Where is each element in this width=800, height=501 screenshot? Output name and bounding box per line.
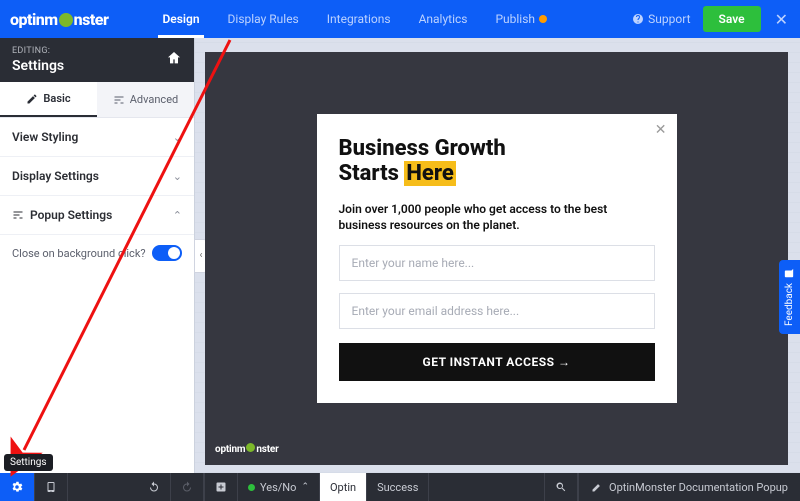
close-on-background-row: Close on background click?	[0, 235, 194, 275]
canvas-brand-badge: optinmnster	[215, 443, 279, 455]
close-editor-button[interactable]: ✕	[771, 6, 792, 33]
sidebar-tabs: Basic Advanced	[0, 82, 194, 118]
popup-card[interactable]: ✕ Business Growth Starts Here Join over …	[317, 114, 677, 403]
view-optin[interactable]: Optin	[320, 473, 367, 501]
section-popup-settings[interactable]: Popup Settings ⌃	[0, 196, 194, 235]
nav-publish-label: Publish	[495, 12, 535, 26]
sidebar-home-button[interactable]	[166, 50, 182, 70]
status-dot-icon	[248, 484, 255, 491]
mobile-icon	[45, 481, 57, 493]
canvas-area: ‹ optinmnster ✕ Business Growth Starts H…	[195, 38, 800, 473]
section-display-settings-label: Display Settings	[12, 169, 99, 183]
editor-body: EDITING: Settings Basic Advanced View St…	[0, 38, 800, 473]
settings-tooltip: Settings	[4, 454, 53, 471]
close-bg-toggle[interactable]	[152, 245, 182, 261]
search-icon	[555, 481, 567, 493]
tab-advanced[interactable]: Advanced	[97, 82, 194, 117]
chevron-down-icon: ⌄	[173, 170, 182, 183]
add-view-button[interactable]	[204, 473, 238, 501]
brand-logo: optinmnster	[10, 10, 108, 29]
settings-sidebar: EDITING: Settings Basic Advanced View St…	[0, 38, 195, 473]
home-icon	[166, 50, 182, 66]
chevron-down-icon: ⌄	[173, 131, 182, 144]
logo-monster-icon	[59, 13, 73, 27]
popup-subtext: Join over 1,000 people who get access to…	[339, 201, 655, 233]
view-yes-no-label: Yes/No	[260, 481, 296, 494]
popup-headline: Business Growth Starts Here	[339, 136, 655, 187]
primary-nav: Design Display Rules Integrations Analyt…	[148, 0, 561, 38]
pencil-icon	[26, 93, 38, 105]
save-button[interactable]: Save	[703, 6, 761, 32]
view-yes-no[interactable]: Yes/No ⌃	[238, 473, 320, 501]
feedback-tab[interactable]: Feedback	[779, 260, 800, 334]
view-success[interactable]: Success	[367, 473, 429, 501]
chevron-up-icon: ⌃	[301, 482, 309, 492]
plus-square-icon	[215, 481, 227, 493]
redo-button[interactable]	[171, 473, 204, 501]
tab-basic-label: Basic	[43, 92, 70, 105]
publish-badge-icon	[539, 15, 547, 23]
popup-cta-button[interactable]: GET INSTANT ACCESS →	[339, 343, 655, 381]
popup-overlay-preview[interactable]: optinmnster ✕ Business Growth Starts Her…	[205, 52, 788, 465]
close-bg-label: Close on background click?	[12, 247, 146, 260]
tab-advanced-label: Advanced	[130, 93, 178, 106]
chevron-up-icon: ⌃	[173, 209, 182, 222]
sliders-icon	[113, 94, 125, 106]
support-link[interactable]: Support	[632, 12, 690, 26]
sidebar-header: EDITING: Settings	[0, 38, 194, 82]
top-bar: optinmnster Design Display Rules Integra…	[0, 0, 800, 38]
redo-icon	[181, 481, 193, 493]
tab-basic[interactable]: Basic	[0, 82, 97, 117]
section-view-styling[interactable]: View Styling ⌄	[0, 118, 194, 157]
section-popup-settings-label: Popup Settings	[12, 208, 112, 222]
nav-design[interactable]: Design	[148, 0, 213, 38]
undo-button[interactable]	[138, 473, 171, 501]
nav-analytics[interactable]: Analytics	[405, 0, 482, 38]
bottom-bar: Yes/No ⌃ Optin Success OptinMonster Docu…	[0, 473, 800, 501]
gear-icon	[10, 480, 24, 494]
nav-publish[interactable]: Publish	[481, 0, 561, 38]
chat-icon	[785, 268, 795, 278]
logo-monster-small-icon	[246, 443, 255, 452]
search-button[interactable]	[544, 473, 578, 501]
settings-mini-icon	[12, 209, 24, 221]
campaign-title-bar[interactable]: OptinMonster Documentation Popup	[578, 473, 800, 501]
pencil-icon	[591, 481, 603, 493]
popup-close-button[interactable]: ✕	[655, 122, 667, 138]
help-circle-icon	[632, 13, 644, 25]
feedback-label: Feedback	[784, 283, 795, 326]
section-display-settings[interactable]: Display Settings ⌄	[0, 157, 194, 196]
support-label: Support	[648, 12, 690, 26]
section-view-styling-label: View Styling	[12, 130, 78, 144]
settings-gear-button[interactable]	[0, 473, 35, 501]
nav-display-rules[interactable]: Display Rules	[214, 0, 313, 38]
sidebar-title: Settings	[12, 58, 64, 74]
undo-icon	[148, 481, 160, 493]
sidebar-editing-label: EDITING:	[12, 46, 64, 56]
campaign-title-text: OptinMonster Documentation Popup	[609, 481, 788, 494]
popup-email-input[interactable]	[339, 293, 655, 329]
popup-name-input[interactable]	[339, 245, 655, 281]
mobile-preview-button[interactable]	[35, 473, 68, 501]
nav-integrations[interactable]: Integrations	[313, 0, 405, 38]
